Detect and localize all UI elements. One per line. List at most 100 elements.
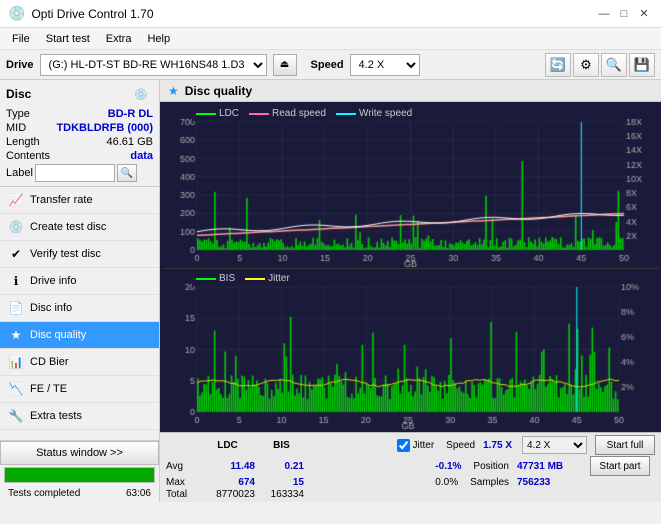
disc-length-row: Length 46.61 GB xyxy=(6,136,153,148)
nav-transfer-rate[interactable]: 📈 Transfer rate xyxy=(0,187,159,214)
total-bis-value: 163334 xyxy=(259,489,304,500)
jitter-label: Jitter xyxy=(412,440,434,451)
nav-disc-info[interactable]: 📄 Disc info xyxy=(0,295,159,322)
transfer-rate-icon: 📈 xyxy=(8,192,24,208)
total-ldc-value: 8770023 xyxy=(200,489,255,500)
save-button[interactable]: 💾 xyxy=(629,53,655,77)
nav-fe-te[interactable]: 📉 FE / TE xyxy=(0,376,159,403)
max-jitter-value: 0.0% xyxy=(403,477,458,488)
create-test-disc-icon: 💿 xyxy=(8,219,24,235)
avg-ldc-value: 11.48 xyxy=(200,461,255,472)
position-value: 47731 MB xyxy=(517,461,582,472)
samples-value: 756233 xyxy=(517,477,582,488)
jitter-checkbox[interactable] xyxy=(397,439,410,452)
chart2-canvas xyxy=(162,269,659,430)
speed-select[interactable]: 4.2 X xyxy=(350,54,420,76)
nav-fe-te-label: FE / TE xyxy=(30,383,67,395)
maximize-button[interactable]: □ xyxy=(615,5,633,23)
verify-test-disc-icon: ✔ xyxy=(8,246,24,262)
menu-file[interactable]: File xyxy=(4,31,38,47)
disc-label-row: Label 🔍 xyxy=(6,164,153,182)
status-text: Tests completed xyxy=(4,486,84,501)
nav-drive-info[interactable]: ℹ Drive info xyxy=(0,268,159,295)
panel-header-icon: ★ xyxy=(168,84,179,98)
disc-length-value: 46.61 GB xyxy=(107,136,153,148)
disc-label-key: Label xyxy=(6,167,33,179)
menu-starttest[interactable]: Start test xyxy=(38,31,98,47)
stats-header-row: LDC BIS Jitter Speed 1.75 X 4.2 X Start … xyxy=(166,435,655,455)
toolbar-icons: 🔄 ⚙ 🔍 💾 xyxy=(545,53,655,77)
disc-info-icon: 📄 xyxy=(8,300,24,316)
nav-transfer-rate-label: Transfer rate xyxy=(30,194,93,206)
charts-area: LDC Read speed Write speed xyxy=(160,102,661,432)
start-full-button[interactable]: Start full xyxy=(595,435,655,455)
disc-length-label: Length xyxy=(6,136,40,148)
stats-total-row: Total 8770023 163334 xyxy=(166,489,655,500)
disc-mid-label: MID xyxy=(6,122,26,134)
nav-create-test-disc-label: Create test disc xyxy=(30,221,106,233)
drive-label: Drive xyxy=(6,59,34,71)
disc-label-search-button[interactable]: 🔍 xyxy=(117,164,137,182)
disc-panel-title: Disc xyxy=(6,87,31,101)
disc-contents-value: data xyxy=(130,150,153,162)
speed-stat-value: 1.75 X xyxy=(483,440,512,451)
nav-items: 📈 Transfer rate 💿 Create test disc ✔ Ver… xyxy=(0,187,159,440)
nav-create-test-disc[interactable]: 💿 Create test disc xyxy=(0,214,159,241)
nav-cd-bier[interactable]: 📊 CD Bier xyxy=(0,349,159,376)
nav-cd-bier-label: CD Bier xyxy=(30,356,69,368)
speed-stat-select[interactable]: 4.2 X xyxy=(522,436,587,454)
settings-button[interactable]: ⚙ xyxy=(573,53,599,77)
nav-verify-test-disc[interactable]: ✔ Verify test disc xyxy=(0,241,159,268)
cd-bier-icon: 📊 xyxy=(8,354,24,370)
close-button[interactable]: ✕ xyxy=(635,5,653,23)
titlebar: 💿 Opti Drive Control 1.70 — □ ✕ xyxy=(0,0,661,28)
disc-type-label: Type xyxy=(6,108,30,120)
nav-extra-tests-label: Extra tests xyxy=(30,410,82,422)
avg-label: Avg xyxy=(166,461,196,472)
nav-extra-tests[interactable]: 🔧 Extra tests xyxy=(0,403,159,430)
menubar: File Start test Extra Help xyxy=(0,28,661,50)
max-label: Max xyxy=(166,477,196,488)
chart2-legend: BIS Jitter xyxy=(192,271,294,286)
menu-help[interactable]: Help xyxy=(139,31,178,47)
app-icon: 💿 xyxy=(8,5,25,22)
disc-label-input[interactable] xyxy=(35,164,115,182)
start-buttons: Start full xyxy=(595,435,655,455)
drive-info-icon: ℹ xyxy=(8,273,24,289)
sidebar: Disc 💿 Type BD-R DL MID TDKBLDRFB (000) … xyxy=(0,80,160,502)
disc-contents-label: Contents xyxy=(6,150,50,162)
disc-quality-icon: ★ xyxy=(8,327,24,343)
app-title: Opti Drive Control 1.70 xyxy=(31,7,153,21)
nav-verify-test-disc-label: Verify test disc xyxy=(30,248,101,260)
position-label: Position xyxy=(473,461,509,472)
avg-jitter-value: -0.1% xyxy=(406,461,461,472)
disc-type-row: Type BD-R DL xyxy=(6,108,153,120)
panel-header-title: Disc quality xyxy=(185,84,252,98)
max-bis-value: 15 xyxy=(259,477,304,488)
status-window-button[interactable]: Status window >> xyxy=(0,441,159,465)
total-label: Total xyxy=(166,489,196,500)
info-button[interactable]: 🔍 xyxy=(601,53,627,77)
eject-button[interactable]: ⏏ xyxy=(273,54,297,76)
drivebar: Drive (G:) HL-DT-ST BD-RE WH16NS48 1.D3 … xyxy=(0,50,661,80)
legend-bis: BIS xyxy=(196,273,235,284)
chart1-container: LDC Read speed Write speed xyxy=(162,104,659,269)
chart2-container: BIS Jitter xyxy=(162,269,659,430)
disc-panel-icon: 💿 xyxy=(129,84,153,104)
refresh-button[interactable]: 🔄 xyxy=(545,53,571,77)
chart1-legend: LDC Read speed Write speed xyxy=(192,106,416,121)
start-part-button[interactable]: Start part xyxy=(590,456,650,476)
disc-contents-row: Contents data xyxy=(6,150,153,162)
minimize-button[interactable]: — xyxy=(595,5,613,23)
samples-label: Samples xyxy=(470,477,509,488)
legend-ldc: LDC xyxy=(196,108,239,119)
max-ldc-value: 674 xyxy=(200,477,255,488)
drive-select[interactable]: (G:) HL-DT-ST BD-RE WH16NS48 1.D3 xyxy=(40,54,267,76)
menu-extra[interactable]: Extra xyxy=(98,31,140,47)
chart1-canvas xyxy=(162,104,659,268)
status-time: 63:06 xyxy=(122,486,155,501)
extra-tests-icon: 🔧 xyxy=(8,408,24,424)
disc-mid-row: MID TDKBLDRFB (000) xyxy=(6,122,153,134)
nav-disc-quality[interactable]: ★ Disc quality xyxy=(0,322,159,349)
progress-bar xyxy=(5,468,154,482)
